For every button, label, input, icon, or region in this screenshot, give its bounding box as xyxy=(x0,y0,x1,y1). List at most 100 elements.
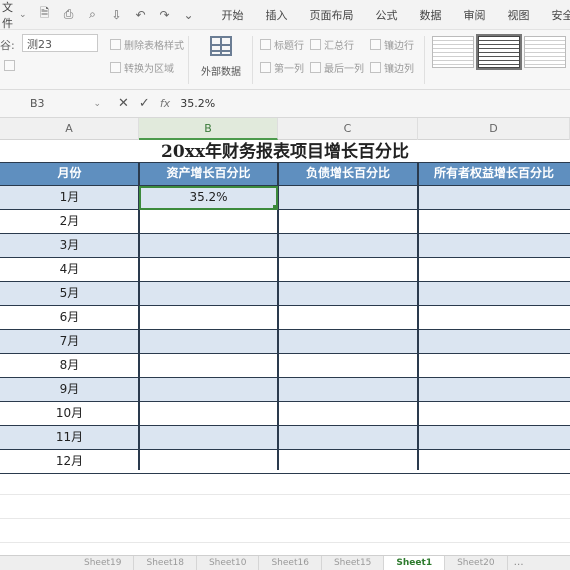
cell-equity-growth[interactable] xyxy=(418,258,570,280)
column-header-d[interactable]: D xyxy=(418,118,570,140)
last-column-checkbox[interactable]: 最后一列 xyxy=(310,60,364,75)
tab-formulas[interactable]: 公式 xyxy=(365,7,409,23)
banded-columns-checkbox[interactable]: 镶边列 xyxy=(370,60,414,75)
preview-icon[interactable]: ⌕ xyxy=(85,7,101,22)
cell-liability-growth[interactable] xyxy=(278,186,418,208)
cell-liability-growth[interactable] xyxy=(278,282,418,304)
formula-input[interactable]: 35.2% xyxy=(180,97,215,110)
cell-asset-growth[interactable] xyxy=(139,306,278,328)
cell-month[interactable]: 6月 xyxy=(0,306,139,328)
banded-rows-checkbox[interactable]: 镶边行 xyxy=(370,37,414,52)
cell-liability-growth[interactable] xyxy=(278,258,418,280)
cell-liability-growth[interactable] xyxy=(278,402,418,424)
cell-liability-growth[interactable] xyxy=(278,210,418,232)
cell-equity-growth[interactable] xyxy=(418,330,570,352)
export-icon[interactable]: ⇩ xyxy=(109,8,125,22)
cell-asset-growth[interactable] xyxy=(139,378,278,400)
cell-equity-growth[interactable] xyxy=(418,450,570,472)
cell-month[interactable]: 12月 xyxy=(0,450,139,472)
redo-icon[interactable]: ↷ xyxy=(157,8,173,22)
first-column-checkbox[interactable]: 第一列 xyxy=(260,60,304,75)
cell-month[interactable]: 3月 xyxy=(0,234,139,256)
cell-asset-growth[interactable] xyxy=(139,258,278,280)
cell-asset-growth[interactable] xyxy=(139,210,278,232)
file-menu[interactable]: 文件 ⌄ xyxy=(0,0,33,31)
cell-liability-growth[interactable] xyxy=(278,234,418,256)
cell-asset-growth[interactable] xyxy=(139,234,278,256)
selected-cell[interactable] xyxy=(139,186,278,210)
cell-asset-growth[interactable] xyxy=(139,330,278,352)
table-style-swatch[interactable] xyxy=(524,36,566,68)
delete-style-button[interactable]: 删除表格样式 xyxy=(110,37,184,52)
cell-equity-growth[interactable] xyxy=(418,234,570,256)
cell-month[interactable]: 8月 xyxy=(0,354,139,376)
column-header-c[interactable]: C xyxy=(278,118,418,140)
cell-month[interactable]: 4月 xyxy=(0,258,139,280)
header-equity-growth[interactable]: 所有者权益增长百分比 xyxy=(418,163,570,184)
cell-month[interactable]: 10月 xyxy=(0,402,139,424)
cell-equity-growth[interactable] xyxy=(418,426,570,448)
tab-insert[interactable]: 插入 xyxy=(255,7,299,23)
cell-equity-growth[interactable] xyxy=(418,282,570,304)
print-icon[interactable]: ⎙ xyxy=(61,7,77,22)
confirm-icon[interactable]: ✓ xyxy=(139,96,150,111)
convert-to-range-button[interactable]: 转换为区域 xyxy=(110,60,174,75)
cell-liability-growth[interactable] xyxy=(278,378,418,400)
column-header-b[interactable]: B xyxy=(139,118,278,140)
cell-liability-growth[interactable] xyxy=(278,306,418,328)
tab-view[interactable]: 视图 xyxy=(497,7,541,23)
cell-month[interactable]: 1月 xyxy=(0,186,139,208)
cell-asset-growth[interactable] xyxy=(139,282,278,304)
sheet-tab[interactable]: Sheet10 xyxy=(197,556,260,570)
header-row-checkbox[interactable]: 标题行 xyxy=(260,37,304,52)
sheet-tab[interactable]: Sheet18 xyxy=(134,556,197,570)
cell-equity-growth[interactable] xyxy=(418,306,570,328)
sheet-title[interactable]: 20xx年财务报表项目增长百分比 xyxy=(0,140,570,162)
cell-equity-growth[interactable] xyxy=(418,186,570,208)
sheet-tab-active[interactable]: Sheet1 xyxy=(384,556,446,570)
cell-equity-growth[interactable] xyxy=(418,378,570,400)
table-style-swatch[interactable] xyxy=(432,36,474,68)
cell-asset-growth[interactable] xyxy=(139,354,278,376)
cell-month[interactable]: 11月 xyxy=(0,426,139,448)
header-month[interactable]: 月份 xyxy=(0,163,139,184)
cancel-icon[interactable]: ✕ xyxy=(118,96,129,111)
cell-month[interactable]: 7月 xyxy=(0,330,139,352)
more-sheets-icon[interactable]: … xyxy=(508,556,530,570)
tab-home[interactable]: 开始 xyxy=(211,7,255,23)
column-header-a[interactable]: A xyxy=(0,118,139,140)
cell-asset-growth[interactable] xyxy=(139,426,278,448)
cell-equity-growth[interactable] xyxy=(418,354,570,376)
undo-icon[interactable]: ↶ xyxy=(133,8,149,22)
table-style-swatch[interactable] xyxy=(476,34,522,70)
external-data-button[interactable]: 外部数据 xyxy=(196,34,246,86)
header-asset-growth[interactable]: 资产增长百分比 xyxy=(139,163,278,184)
tab-page-layout[interactable]: 页面布局 xyxy=(299,7,365,23)
name-box[interactable]: B3 ⌄ xyxy=(2,94,106,114)
cell-asset-growth[interactable] xyxy=(139,402,278,424)
sheet-tab[interactable]: Sheet19 xyxy=(72,556,135,570)
table-name-input[interactable]: 测23 xyxy=(22,34,98,52)
sheet-tab[interactable]: Sheet20 xyxy=(445,556,508,570)
cell-liability-growth[interactable] xyxy=(278,450,418,472)
tab-review[interactable]: 审阅 xyxy=(453,7,497,23)
function-icon[interactable]: fx xyxy=(160,97,170,110)
cell-equity-growth[interactable] xyxy=(418,402,570,424)
cell-liability-growth[interactable] xyxy=(278,354,418,376)
cell-asset-growth[interactable] xyxy=(139,450,278,472)
cell-month[interactable]: 2月 xyxy=(0,210,139,232)
cell-month[interactable]: 5月 xyxy=(0,282,139,304)
sheet-tab[interactable]: Sheet16 xyxy=(259,556,322,570)
total-row-checkbox[interactable]: 汇总行 xyxy=(310,37,354,52)
tab-security[interactable]: 安全 xyxy=(541,7,570,23)
cell-liability-growth[interactable] xyxy=(278,330,418,352)
cell-month[interactable]: 9月 xyxy=(0,378,139,400)
header-liability-growth[interactable]: 负债增长百分比 xyxy=(278,163,418,184)
fill-handle[interactable] xyxy=(273,205,278,210)
save-icon[interactable]: 🗎 xyxy=(37,4,53,25)
more-icon[interactable]: ⌄ xyxy=(181,8,197,22)
sheet-tab[interactable]: Sheet15 xyxy=(322,556,385,570)
cell-liability-growth[interactable] xyxy=(278,426,418,448)
tab-data[interactable]: 数据 xyxy=(409,7,453,23)
cell-equity-growth[interactable] xyxy=(418,210,570,232)
